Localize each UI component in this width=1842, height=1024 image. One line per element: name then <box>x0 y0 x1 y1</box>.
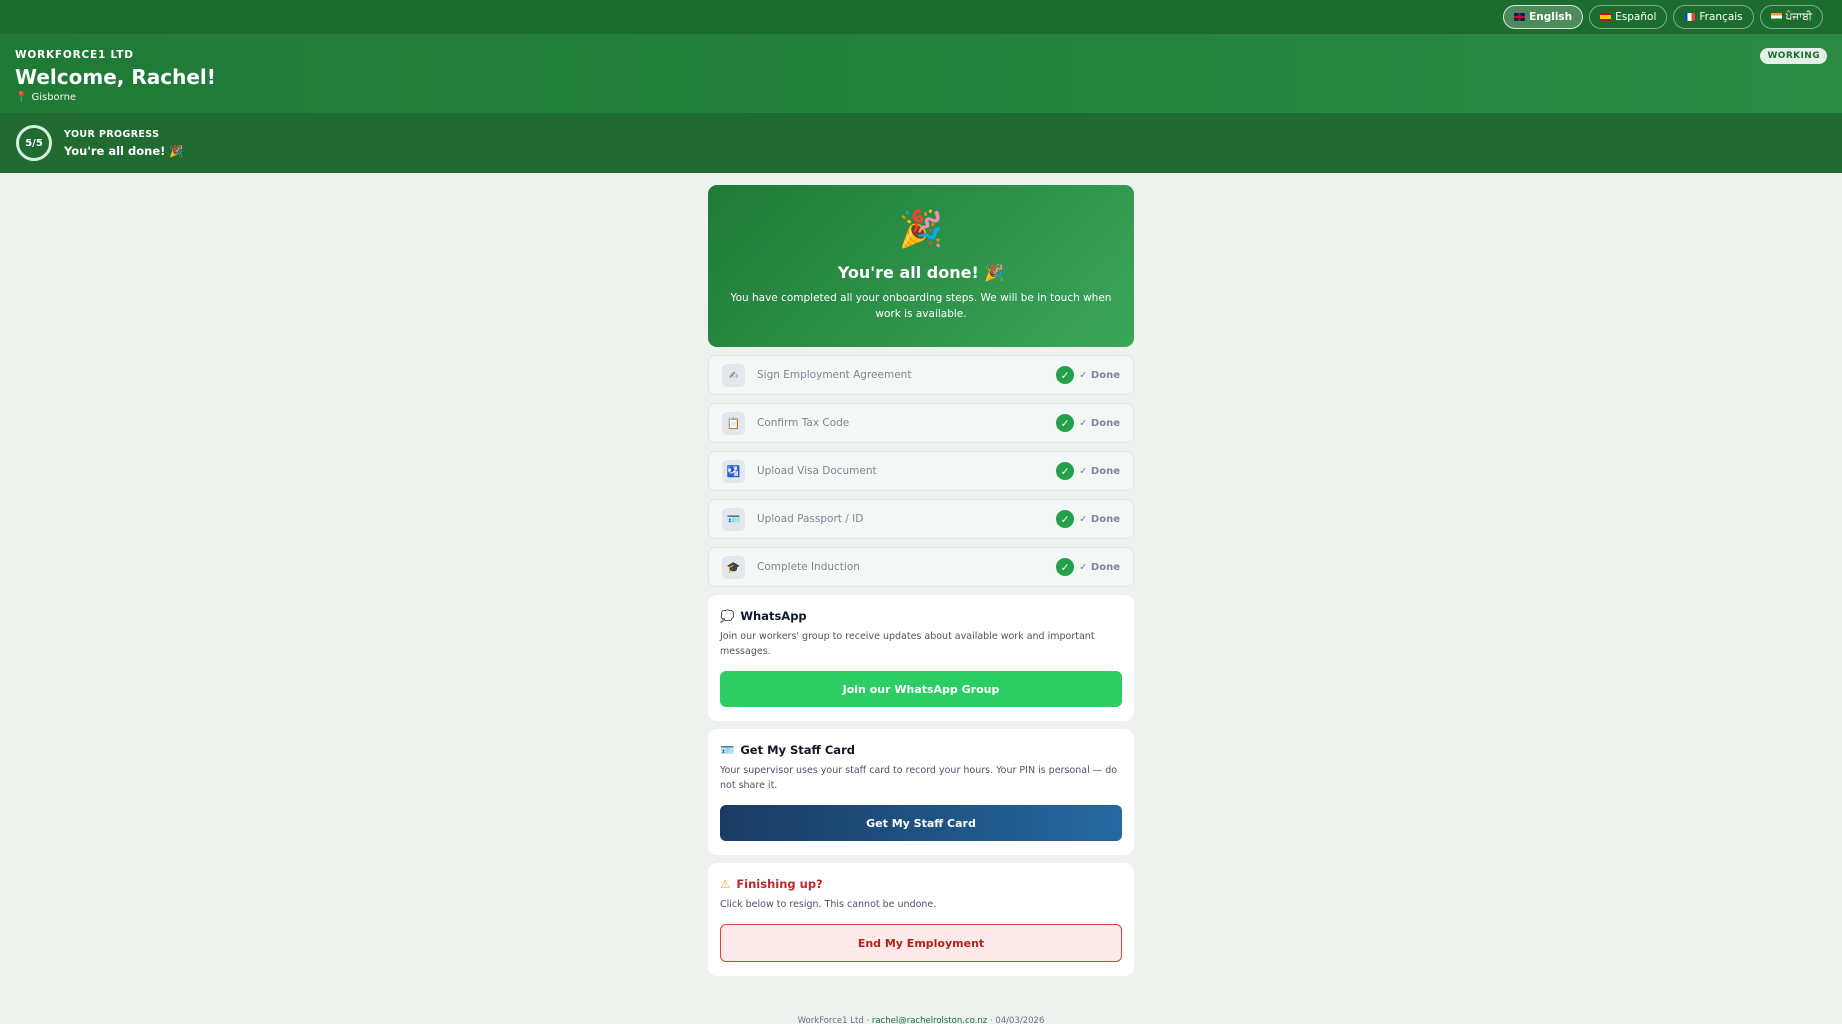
footer-separator: · <box>989 1016 993 1024</box>
join-whatsapp-button[interactable]: Join our WhatsApp Group <box>720 671 1122 707</box>
step-complete-induction[interactable]: 🎓 Complete Induction ✓ ✓ Done <box>708 547 1134 587</box>
step-status: ✓ Done <box>1079 369 1120 381</box>
completion-text: You have completed all your onboarding s… <box>730 292 1112 320</box>
finishing-text: Click below to resign. This cannot be un… <box>720 899 937 910</box>
progress-label: YOUR PROGRESS <box>64 128 160 140</box>
company-name: WORKFORCE1 LTD <box>15 49 134 61</box>
id-card-icon: 🪪 <box>722 507 745 531</box>
pen-icon: ✍ <box>722 363 745 387</box>
whatsapp-card: 💭 WhatsApp Join our workers' group to re… <box>708 595 1134 721</box>
id-card-icon: 🪪 <box>720 743 735 757</box>
step-upload-visa-document[interactable]: 🛂 Upload Visa Document ✓ ✓ Done <box>708 451 1134 491</box>
step-label: Confirm Tax Code <box>757 417 850 429</box>
spain-flag-icon <box>1600 13 1612 21</box>
location-label: Gisborne <box>31 92 77 103</box>
welcome-header: WORKFORCE1 LTD Welcome, Rachel! 📍 Gisbor… <box>0 34 1842 113</box>
card-title-label: Finishing up? <box>736 877 823 891</box>
card-title-label: Get My Staff Card <box>740 743 855 757</box>
step-sign-employment-agreement[interactable]: ✍ Sign Employment Agreement ✓ ✓ Done <box>708 355 1134 395</box>
lang-button-espanol[interactable]: Español <box>1589 5 1668 29</box>
step-label: Upload Passport / ID <box>757 513 864 525</box>
graduation-cap-icon: 🎓 <box>722 555 745 579</box>
whatsapp-text: Join our workers' group to receive updat… <box>720 631 1095 657</box>
main-content: 🎉 You're all done! 🎉 You have completed … <box>708 185 1134 1024</box>
footer-email-link[interactable]: rachel@rachelrolston.co.nz <box>872 1016 987 1024</box>
lang-label: Español <box>1615 11 1657 23</box>
lang-button-francais[interactable]: Français <box>1673 5 1754 29</box>
step-label: Sign Employment Agreement <box>757 369 912 381</box>
language-bar: English Español Français ਪੰਜਾਬੀ <box>0 0 1842 34</box>
lang-button-english[interactable]: English <box>1503 5 1584 29</box>
finishing-title: ⚠ Finishing up? <box>720 877 1122 891</box>
footer: WorkForce1 Ltd · rachel@rachelrolston.co… <box>708 1016 1134 1024</box>
step-status: ✓ Done <box>1079 465 1120 477</box>
get-staff-card-button[interactable]: Get My Staff Card <box>720 805 1122 841</box>
page-title: Welcome, Rachel! <box>15 65 216 89</box>
lang-label: Français <box>1699 11 1743 23</box>
lang-button-punjabi[interactable]: ਪੰਜਾਬੀ <box>1759 5 1823 29</box>
staff-card-card: 🪪 Get My Staff Card Your supervisor uses… <box>708 729 1134 855</box>
lang-label: ਪੰਜਾਬੀ <box>1785 10 1812 23</box>
step-upload-passport-id[interactable]: 🪪 Upload Passport / ID ✓ ✓ Done <box>708 499 1134 539</box>
finishing-card: ⚠ Finishing up? Click below to resign. T… <box>708 863 1134 976</box>
step-status: ✓ Done <box>1079 513 1120 525</box>
progress-text: You're all done! 🎉 <box>64 143 184 158</box>
staff-card-text: Your supervisor uses your staff card to … <box>720 765 1118 791</box>
card-title-label: WhatsApp <box>740 609 807 623</box>
warning-icon: ⚠ <box>720 877 731 891</box>
footer-company: WorkForce1 Ltd <box>797 1016 864 1024</box>
progress-ring: 5/5 <box>16 125 52 161</box>
check-icon: ✓ <box>1056 558 1075 576</box>
lang-label: English <box>1529 11 1573 23</box>
passport-control-icon: 🛂 <box>722 459 745 483</box>
speech-bubble-icon: 💭 <box>720 609 735 623</box>
end-employment-button[interactable]: End My Employment <box>720 924 1122 962</box>
step-label: Upload Visa Document <box>757 465 877 477</box>
uk-flag-icon <box>1514 13 1526 21</box>
check-icon: ✓ <box>1056 414 1075 432</box>
footer-date: 04/03/2026 <box>995 1016 1045 1024</box>
check-icon: ✓ <box>1056 366 1075 384</box>
step-label: Complete Induction <box>757 561 860 573</box>
staff-card-title: 🪪 Get My Staff Card <box>720 743 1122 757</box>
step-status: ✓ Done <box>1079 417 1120 429</box>
check-icon: ✓ <box>1056 462 1075 480</box>
step-confirm-tax-code[interactable]: 📋 Confirm Tax Code ✓ ✓ Done <box>708 403 1134 443</box>
completion-title: You're all done! 🎉 <box>837 263 1005 282</box>
status-badge: WORKING <box>1760 48 1827 64</box>
completion-banner: 🎉 You're all done! 🎉 You have completed … <box>708 185 1134 347</box>
location: 📍 Gisborne <box>15 92 1827 103</box>
footer-separator: · <box>866 1016 870 1024</box>
france-flag-icon <box>1684 13 1696 21</box>
india-flag-icon <box>1770 13 1782 21</box>
party-popper-icon: 🎉 <box>898 209 944 250</box>
step-status: ✓ Done <box>1079 561 1120 573</box>
progress-section: 5/5 YOUR PROGRESS You're all done! 🎉 <box>0 113 1842 173</box>
whatsapp-title: 💭 WhatsApp <box>720 609 1122 623</box>
check-icon: ✓ <box>1056 510 1075 528</box>
pin-icon: 📍 <box>15 92 28 103</box>
clipboard-icon: 📋 <box>722 411 745 435</box>
